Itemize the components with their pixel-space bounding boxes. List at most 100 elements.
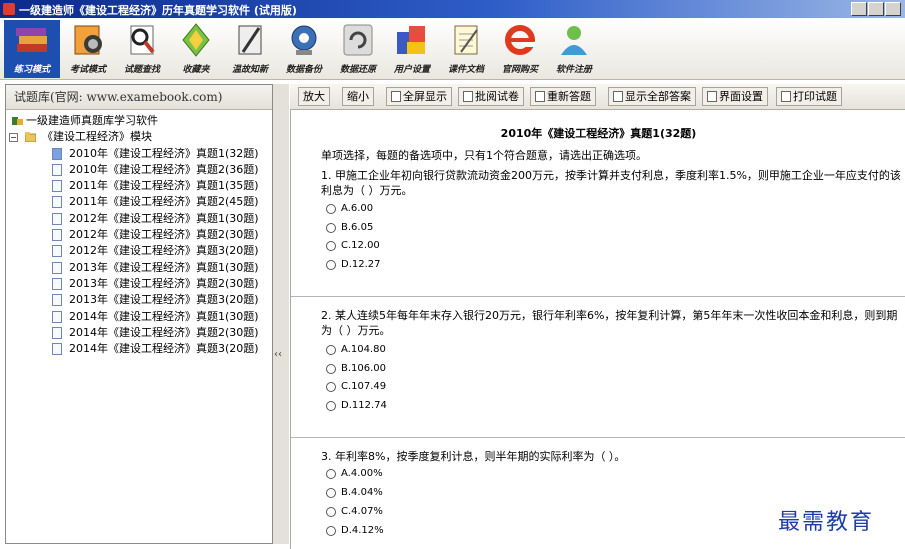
settings-icon [397,26,425,54]
grade-paper-button[interactable]: 批阅试卷 [458,87,524,106]
fullscreen-icon [391,91,401,102]
tree-item[interactable]: 2014年《建设工程经济》真题3(20题) [6,341,272,357]
exam-paper-icon [52,245,62,258]
library-tree: 一级建造师真题库学习软件 − 《建设工程经济》模块 2010年《建设工程经济》真… [6,110,272,357]
question-text: 2. 某人连续5年每年年末存入银行20万元，银行年利率6%，按年复利计算，第5年… [321,309,898,322]
library-header: 试题库(官网: www.examebook.com) [6,85,272,110]
collapse-arrow-icon[interactable]: ‹‹ [274,349,282,360]
watermark: 最需教育 [778,510,875,535]
review-button[interactable]: 温故知新 [224,20,276,78]
instruction-text: 单项选择，每题的备选项中，只有1个符合题意，请选出正确选项。 [321,149,647,162]
software-register-button[interactable]: 软件注册 [548,20,600,78]
window-title: 一级建造师《建设工程经济》历年真题学习软件 (试用版) [19,4,297,17]
fullscreen-button[interactable]: 全屏显示 [386,87,452,106]
tree-item[interactable]: 2012年《建设工程经济》真题1(30题) [6,211,272,227]
user-settings-button[interactable]: 用户设置 [386,20,438,78]
tree-item[interactable]: 2010年《建设工程经济》真题2(36题) [6,162,272,178]
zoom-out-button[interactable]: 缩小 [342,87,374,106]
tree-item[interactable]: 2013年《建设工程经济》真题1(30题) [6,260,272,276]
minimize-button[interactable] [851,2,867,16]
search-icon [130,25,155,55]
tree-item[interactable]: 2011年《建设工程经济》真题1(35题) [6,178,272,194]
question-text: 1. 甲施工企业年初向银行贷款流动资金200万元，按季计算并支付利息，季度利率1… [321,169,901,182]
radio-button[interactable] [326,469,336,479]
answers-icon [613,91,623,102]
tree-item[interactable]: 2013年《建设工程经济》真题3(20题) [6,292,272,308]
tree-item[interactable]: 2010年《建设工程经济》真题1(32题) [6,146,272,162]
backup-icon [291,25,317,55]
maximize-button[interactable] [868,2,884,16]
grade-icon [463,91,473,102]
exam-paper-icon [52,163,62,176]
panel-splitter[interactable]: ‹‹ [273,84,289,544]
radio-button[interactable] [326,526,336,536]
collapse-toggle[interactable]: − [9,133,18,143]
restart-icon [535,91,545,102]
exam-mode-button[interactable]: 考试模式 [62,20,114,78]
register-icon [561,26,587,55]
exam-paper-icon [52,196,62,209]
radio-button[interactable] [326,364,336,374]
tree-item[interactable]: 2012年《建设工程经济》真题3(20题) [6,243,272,259]
tree-item[interactable]: 2011年《建设工程经济》真题2(45题) [6,194,272,210]
favorites-button[interactable]: 收藏夹 [170,20,222,78]
exam-paper-icon [52,310,62,323]
courseware-docs-button[interactable]: 课件文档 [440,20,492,78]
exam-paper-icon [52,229,62,242]
exam-icon [74,25,102,55]
restart-answers-button[interactable]: 重新答题 [530,87,596,106]
ie-icon [505,25,535,55]
zoom-in-button[interactable]: 放大 [298,87,330,106]
books-icon [16,28,47,52]
question-text: 利息为（ ）万元。 [321,184,413,197]
buy-online-button[interactable]: 官网购买 [494,20,546,78]
close-button[interactable] [885,2,901,16]
ui-settings-icon [707,91,717,102]
radio-button[interactable] [326,488,336,498]
practice-mode-button[interactable]: 练习模式 [4,20,60,78]
restore-icon [343,24,373,56]
paper-title: 2010年《建设工程经济》真题1(32题) [500,127,697,140]
tree-item[interactable]: 2012年《建设工程经济》真题2(30题) [6,227,272,243]
question-divider [291,437,905,438]
exam-paper-icon [52,212,62,225]
exam-paper-icon [52,326,62,339]
exam-paper-icon [52,261,62,274]
exam-paper-icon [52,277,62,290]
radio-button[interactable] [326,507,336,517]
radio-button[interactable] [326,382,336,392]
root-node-icon [12,117,23,125]
tree-root[interactable]: 一级建造师真题库学习软件 [6,113,272,129]
exam-paper-icon [52,294,62,307]
tree-item[interactable]: 2014年《建设工程经济》真题1(30题) [6,309,272,325]
favorites-icon [182,23,210,57]
exam-paper-icon [52,147,62,160]
title-bar: 一级建造师《建设工程经济》历年真题学习软件 (试用版) [0,0,905,18]
print-button[interactable]: 打印试题 [776,87,842,106]
document-icon [454,25,478,55]
data-restore-button[interactable]: 数据还原 [332,20,384,78]
data-backup-button[interactable]: 数据备份 [278,20,330,78]
radio-button[interactable] [326,223,336,233]
folder-icon [25,132,36,143]
exam-paper-icon [52,180,62,193]
radio-button[interactable] [326,241,336,251]
tree-module[interactable]: − 《建设工程经济》模块 [6,129,272,145]
app-icon [3,3,15,15]
review-icon [238,25,262,55]
radio-button[interactable] [326,401,336,411]
show-all-answers-button[interactable]: 显示全部答案 [608,87,696,106]
radio-button[interactable] [326,260,336,270]
exam-paper-icon [52,343,62,356]
radio-button[interactable] [326,345,336,355]
ui-settings-button[interactable]: 界面设置 [702,87,768,106]
tree-item[interactable]: 2013年《建设工程经济》真题2(30题) [6,276,272,292]
main-toolbar: 练习模式 考试模式 试题查找 收藏夹 温故知新 数据备份 数据还原 用户设置 课… [0,18,905,80]
question-search-button[interactable]: 试题查找 [116,20,168,78]
question-text: 为（ ）万元。 [321,324,391,337]
question-library-panel: 试题库(官网: www.examebook.com) 一级建造师真题库学习软件 … [5,84,273,544]
question-divider [291,296,905,297]
tree-item[interactable]: 2014年《建设工程经济》真题2(30题) [6,325,272,341]
question-content: 2010年《建设工程经济》真题1(32题) 单项选择，每题的备选项中，只有1个符… [290,110,905,549]
radio-button[interactable] [326,204,336,214]
